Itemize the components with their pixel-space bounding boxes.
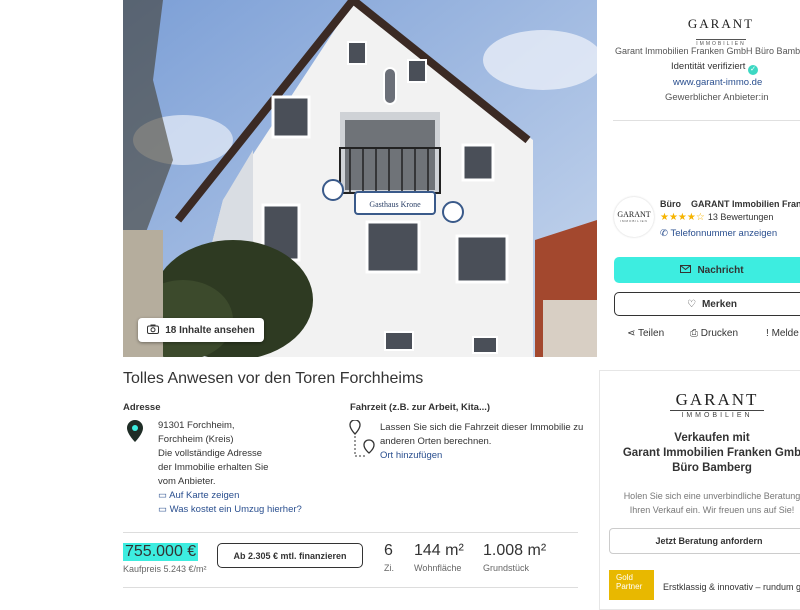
printer-icon: ⎙	[690, 328, 698, 339]
save-button[interactable]: ♡ Merken	[614, 292, 800, 316]
divider	[613, 120, 800, 121]
message-button[interactable]: Nachricht	[614, 257, 800, 283]
agent-name: Büro GARANT Immobilien Franken B	[660, 199, 800, 209]
print-button[interactable]: ⎙ Drucken	[690, 328, 738, 339]
route-icon	[349, 419, 375, 465]
fact-plot-area: 1.008 m² Grundstück	[483, 542, 547, 573]
fact-living-area: 144 m² Wohnfläche	[414, 542, 464, 573]
address-note: Die vollständige Adresse	[158, 448, 263, 459]
agent-avatar: GARANT IMMOBILIEN	[614, 197, 654, 237]
map-icon: ▭	[158, 490, 167, 501]
rating-stars[interactable]: ★★★★☆ 13 Bewertungen	[660, 212, 773, 223]
star-icons: ★★★★☆	[660, 212, 705, 223]
price: 755.000 €	[123, 543, 199, 561]
alert-icon: !	[766, 328, 769, 339]
share-icon: ⋖	[627, 328, 636, 339]
promo-text: Holen Sie sich eine unverbindliche Berat…	[623, 491, 800, 515]
company-name: Garant Immobilien Franken GmbH Büro Bamb	[615, 46, 800, 56]
phone-icon: ✆	[660, 228, 668, 239]
sign-text: Gasthaus Krone	[369, 200, 421, 209]
property-photo[interactable]: Gasthaus Krone	[123, 0, 597, 357]
heart-icon: ♡	[687, 298, 696, 310]
drive-time-label: Fahrzeit (z.B. zur Arbeit, Kita...)	[350, 402, 491, 413]
envelope-icon	[680, 264, 692, 276]
camera-icon	[147, 324, 160, 337]
rating-count: 13 Bewertungen	[707, 212, 774, 222]
finance-button[interactable]: Ab 2.305 € mtl. finanzieren	[217, 543, 363, 568]
request-consultation-button[interactable]: Jetzt Beratung anfordern	[609, 528, 800, 554]
show-on-map-link[interactable]: ▭ Auf Karte zeigen	[158, 489, 302, 503]
website-link[interactable]: www.garant-immo.de	[673, 77, 762, 88]
report-button[interactable]: ! Melde	[766, 328, 799, 339]
gold-partner-text: Erstklassig & innovativ – rundum g	[663, 582, 800, 592]
view-media-button[interactable]: 18 Inhalte ansehen	[138, 318, 264, 342]
address-line: 91301 Forchheim,	[158, 420, 235, 431]
listing-title: Tolles Anwesen vor den Toren Forchheims	[123, 370, 424, 387]
price-per-sqm: Kaufpreis 5.243 €/m²	[123, 564, 207, 574]
promo-title: Verkaufen mit Garant Immobilien Franken …	[622, 432, 800, 474]
verified-status: Identität verifiziert ✓	[671, 61, 759, 75]
divider	[123, 532, 578, 533]
seller-type: Gewerblicher Anbieter:in	[665, 92, 769, 103]
moving-cost-link[interactable]: ▭ Was kostet ein Umzug hierher?	[158, 503, 302, 517]
address-line: Forchheim (Kreis)	[158, 434, 234, 445]
address-label: Adresse	[123, 402, 161, 413]
address-block: 91301 Forchheim, Forchheim (Kreis) Die v…	[158, 419, 302, 517]
add-location-link[interactable]: Ort hinzufügen	[380, 449, 580, 463]
address-note: der Immobilie erhalten Sie	[158, 462, 269, 473]
fact-rooms: 6 Zi.	[384, 542, 394, 573]
view-media-label: 18 Inhalte ansehen	[165, 324, 255, 336]
promo-logo: GARANT IMMOBILIEN	[670, 390, 764, 419]
address-note: vom Anbieter.	[158, 476, 216, 487]
agency-logo[interactable]: GARANT IMMOBILIEN	[661, 16, 781, 50]
gold-partner-badge: Gold Partner	[609, 570, 654, 600]
verified-check-icon: ✓	[748, 65, 759, 75]
map-pin-icon	[127, 420, 143, 447]
share-button[interactable]: ⋖ Teilen	[627, 328, 664, 339]
show-phone-link[interactable]: ✆ Telefonnummer anzeigen	[660, 228, 777, 239]
truck-icon: ▭	[158, 504, 167, 515]
drive-time-block: Lassen Sie sich die Fahrzeit dieser Immo…	[380, 422, 584, 463]
divider	[123, 587, 578, 588]
